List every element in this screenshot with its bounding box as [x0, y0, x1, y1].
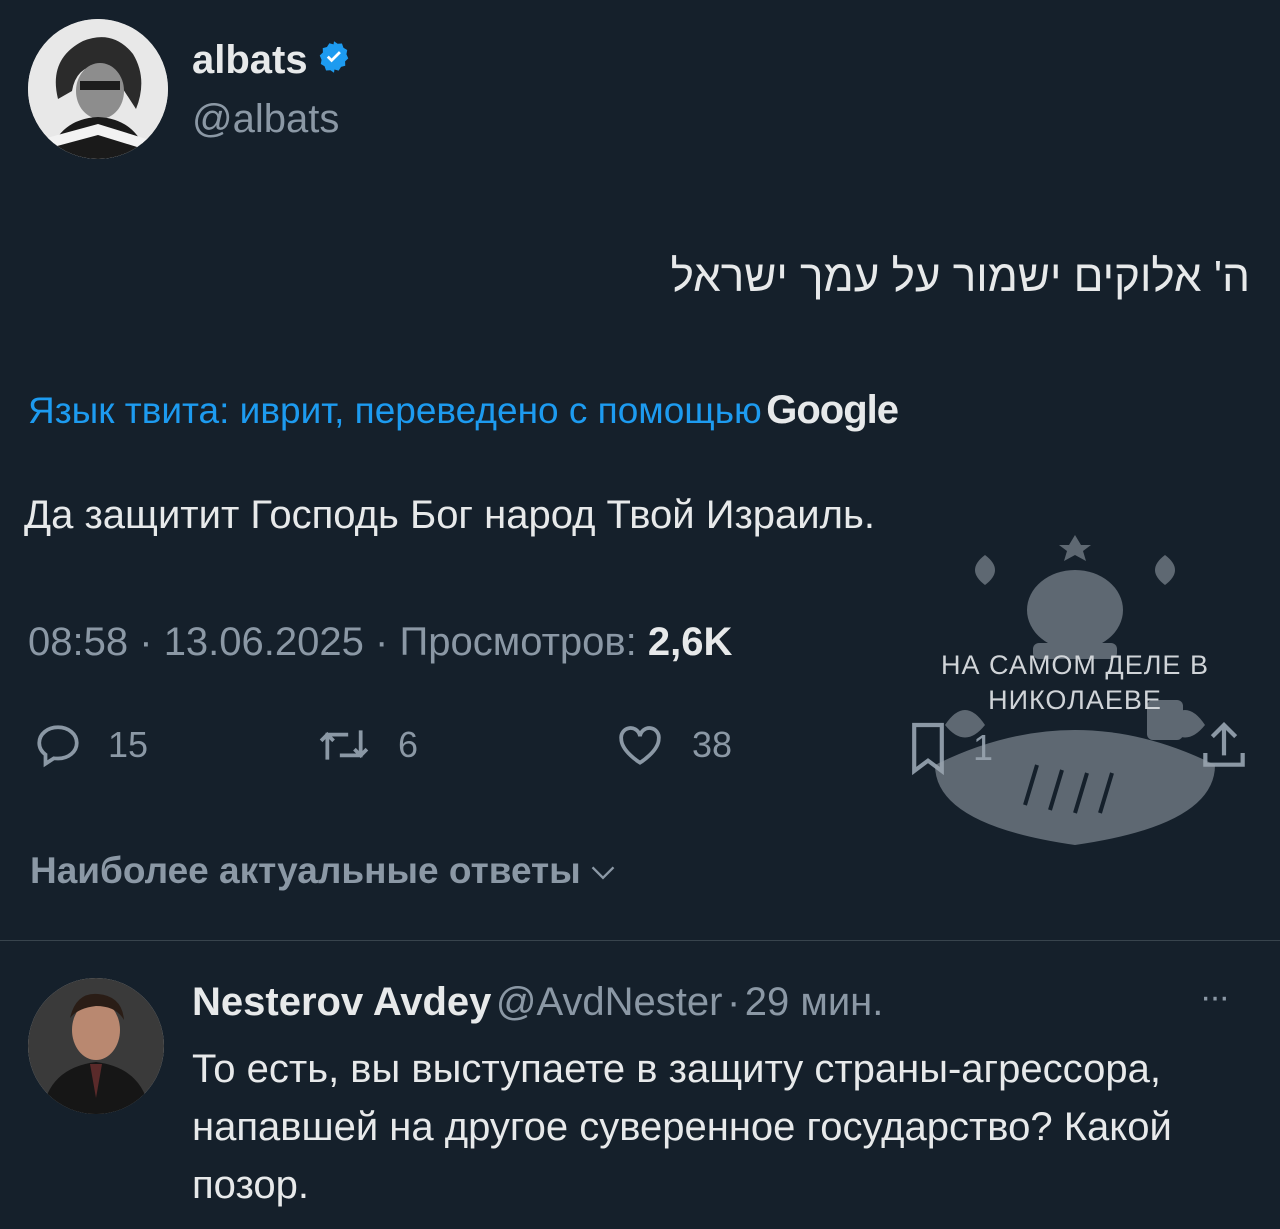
share-icon: [1203, 722, 1245, 767]
verified-badge-icon: [316, 39, 352, 85]
author-handle[interactable]: @albats: [192, 97, 339, 142]
share-button[interactable]: [1196, 718, 1274, 774]
chevron-down-icon: [591, 866, 615, 880]
replies-sort-dropdown[interactable]: Наиболее актуальные ответы: [30, 850, 617, 892]
reply-author-handle[interactable]: @AvdNester: [496, 980, 723, 1024]
author-name-text: albats: [192, 38, 308, 82]
bookmark-button[interactable]: 1: [905, 720, 993, 776]
tweet-time[interactable]: 08:58: [28, 620, 128, 664]
reply-avatar-image: [28, 978, 164, 1114]
meta-separator-2: ·: [375, 620, 389, 664]
reply-author-name[interactable]: Nesterov Avdey: [192, 980, 491, 1024]
watermark-text-line1: НА САМОМ ДЕЛЕ В: [941, 650, 1209, 680]
retweet-button[interactable]: 6: [312, 720, 418, 770]
reply-separator: ·: [726, 980, 741, 1024]
views-count: 2,6K: [647, 620, 733, 664]
retweet-count: 6: [398, 724, 419, 765]
more-options-icon[interactable]: ···: [1200, 978, 1230, 1017]
tweet-text-original: ה' אלוקים ישמור על עמך ישראל: [670, 252, 1250, 301]
translation-notice[interactable]: Язык твита: иврит, переведено с помощью …: [28, 388, 899, 433]
reply-button[interactable]: 15: [30, 720, 148, 770]
divider: [0, 940, 1280, 941]
like-count: 38: [692, 724, 733, 765]
author-name[interactable]: albats: [192, 38, 352, 85]
meta-separator-1: ·: [139, 620, 153, 664]
tweet-meta: 08:58 · 13.06.2025 · Просмотров: 2,6K: [28, 620, 732, 665]
retweet-icon: [319, 730, 369, 760]
views-label: Просмотров:: [399, 620, 637, 664]
reply-author-avatar[interactable]: [28, 978, 164, 1114]
translation-label: Язык твита: иврит, переведено с помощью: [28, 390, 762, 431]
reply-time[interactable]: 29 мин.: [745, 980, 884, 1024]
like-button[interactable]: 38: [610, 720, 732, 770]
google-logo: Google: [766, 388, 899, 432]
tweet-text-translated: Да защитит Господь Бог народ Твой Израил…: [24, 493, 875, 537]
author-avatar[interactable]: [28, 19, 168, 159]
reply-icon: [37, 725, 79, 768]
author-avatar-image: [28, 19, 168, 159]
heart-icon: [619, 726, 661, 765]
reply-count: 15: [108, 724, 149, 765]
watermark-text-line2: НИКОЛАЕВЕ: [988, 685, 1162, 715]
reply-header: Nesterov Avdey @AvdNester · 29 мин.: [192, 980, 883, 1025]
replies-sort-label: Наиболее актуальные ответы: [30, 850, 581, 891]
reply-text: То есть, вы выступаете в защиту страны-а…: [192, 1047, 1172, 1207]
tweet-date[interactable]: 13.06.2025: [164, 620, 364, 664]
bookmark-icon: [912, 722, 944, 776]
bookmark-count: 1: [973, 727, 994, 768]
